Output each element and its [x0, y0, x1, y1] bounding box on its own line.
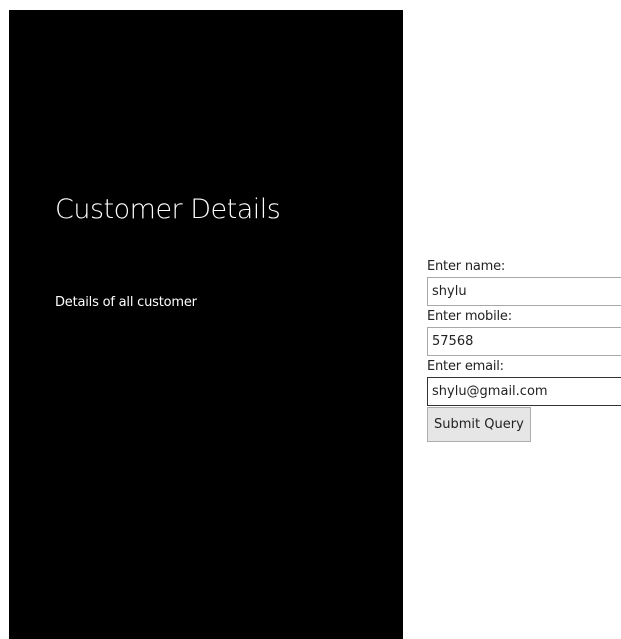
page-subtitle: Details of all customer [55, 295, 197, 310]
name-label: Enter name: [427, 259, 506, 274]
submit-button[interactable]: Submit Query [427, 407, 531, 442]
email-field[interactable] [427, 377, 621, 406]
header-panel [9, 10, 403, 639]
page-title: Customer Details [55, 194, 281, 225]
name-field[interactable] [427, 277, 621, 306]
mobile-field[interactable] [427, 327, 621, 356]
mobile-label: Enter mobile: [427, 309, 512, 324]
email-label: Enter email: [427, 359, 504, 374]
customer-form: Enter name: Enter mobile: Enter email: S… [427, 257, 621, 442]
